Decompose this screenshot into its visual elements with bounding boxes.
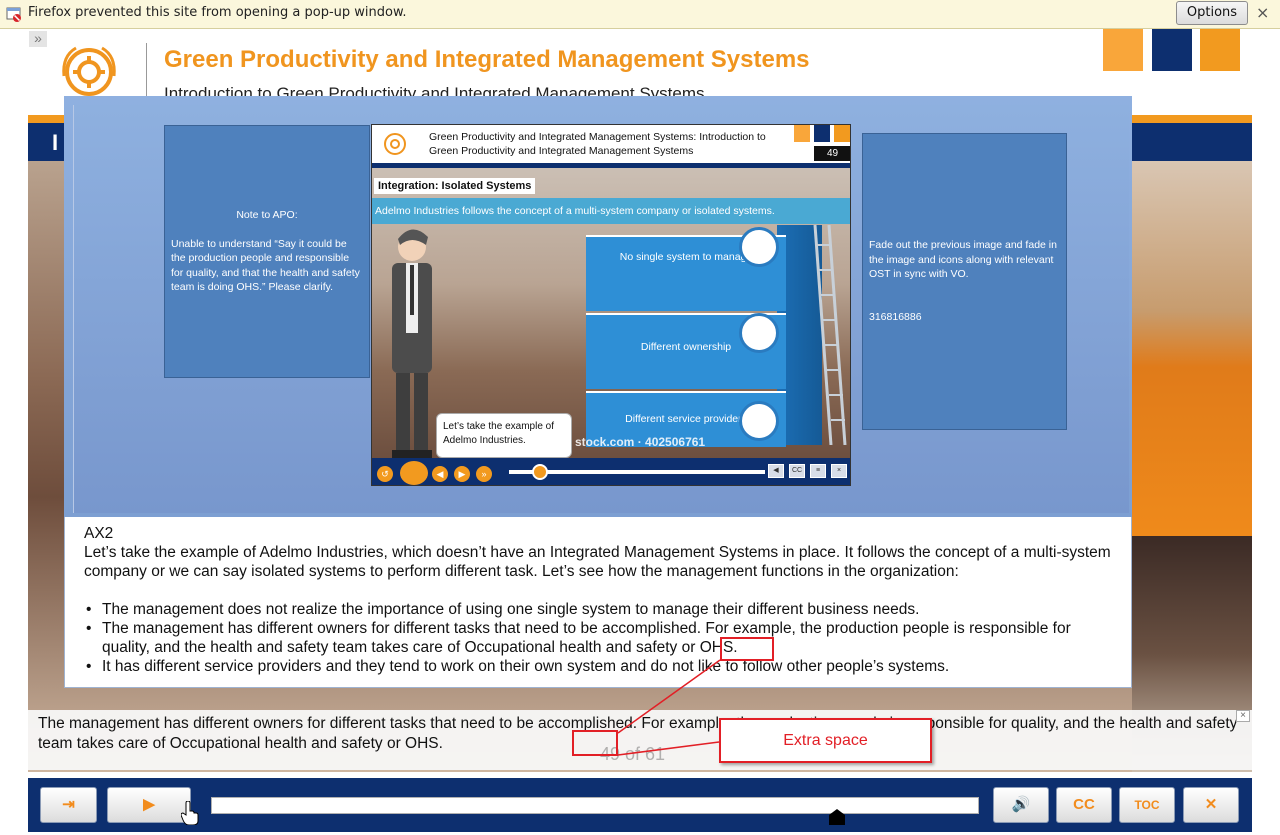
stack-label: No single system to manage bbox=[619, 251, 753, 263]
course-title: Green Productivity and Integrated Manage… bbox=[164, 46, 810, 73]
slide-menu-icon[interactable]: ≡ bbox=[810, 464, 826, 478]
header-divider bbox=[146, 43, 147, 97]
caption-close-icon[interactable]: × bbox=[1236, 710, 1250, 722]
apo-logo-icon bbox=[62, 46, 116, 96]
ladder-icon bbox=[813, 225, 847, 445]
highlight-box-caption bbox=[572, 730, 618, 756]
slide-brand-square bbox=[814, 125, 830, 142]
previous-icon[interactable]: ◀ bbox=[432, 466, 448, 482]
stack-label: Different service providers bbox=[625, 413, 747, 425]
fast-forward-icon[interactable]: » bbox=[476, 466, 492, 482]
brand-square-navy bbox=[1152, 29, 1192, 71]
slide-banner: Adelmo Industries follows the concept of… bbox=[372, 198, 850, 224]
brand-square-orange-2 bbox=[1200, 29, 1240, 71]
options-button[interactable]: Options bbox=[1176, 1, 1248, 25]
slide-close-icon[interactable]: × bbox=[831, 464, 847, 478]
background-photo-right bbox=[1132, 161, 1252, 536]
cc-button[interactable]: CC bbox=[1056, 787, 1112, 823]
play-button[interactable]: ▶ bbox=[107, 787, 191, 823]
note-heading: Note to APO: bbox=[236, 209, 298, 221]
replay-icon[interactable]: ↺ bbox=[377, 466, 393, 482]
review-note-right: Fade out the previous image and fade in … bbox=[862, 133, 1067, 430]
hand-cursor-icon bbox=[181, 801, 199, 825]
volume-button[interactable]: 🔊 bbox=[993, 787, 1049, 823]
playback-progress-bar[interactable] bbox=[211, 797, 979, 814]
slide-play-icon[interactable] bbox=[400, 461, 428, 485]
slide-title-fragment: I bbox=[52, 130, 59, 155]
slide-progress-thumb[interactable] bbox=[531, 464, 548, 480]
progress-thumb-icon[interactable] bbox=[829, 809, 845, 825]
brand-square-orange bbox=[1103, 29, 1143, 71]
narration-bullet: It has different service providers and t… bbox=[84, 657, 1114, 676]
slide-page-number: 49 bbox=[814, 146, 850, 161]
slide-thumbnail: Green Productivity and Integrated Manage… bbox=[371, 124, 851, 486]
speech-bubble: Let’s take the example of Adelmo Industr… bbox=[436, 413, 572, 458]
review-note-left: Note to APO: Unable to understand “Say i… bbox=[164, 125, 370, 378]
voice-over-id: AX2 bbox=[84, 525, 114, 542]
people-icon bbox=[739, 313, 779, 353]
extra-space-annotation: Extra space bbox=[719, 718, 932, 763]
network-icon bbox=[739, 401, 779, 441]
eye-icon bbox=[739, 227, 779, 267]
narration-bullet: The management has different owners for … bbox=[84, 619, 1114, 657]
highlight-box-narration bbox=[720, 637, 774, 661]
closed-caption-text: The management has different owners for … bbox=[38, 715, 1238, 752]
narration-bullets: The management does not realize the impo… bbox=[84, 600, 1114, 676]
slide-brand-square bbox=[834, 125, 850, 142]
popup-blocked-notification-bar: Firefox prevented this site from opening… bbox=[0, 0, 1280, 29]
slide-heading: Integration: Isolated Systems bbox=[374, 178, 536, 194]
note-body: Fade out the previous image and fade in … bbox=[869, 239, 1057, 280]
narration-intro: Let’s take the example of Adelmo Industr… bbox=[84, 544, 1111, 580]
slide-cc-icon[interactable]: CC bbox=[789, 464, 805, 478]
slide-brand-square bbox=[794, 125, 810, 142]
collapse-panel-button[interactable]: » bbox=[29, 31, 47, 47]
narration-script: AX2 Let’s take the example of Adelmo Ind… bbox=[84, 524, 1114, 676]
slide-title: Green Productivity and Integrated Manage… bbox=[429, 131, 766, 157]
narration-bullet: The management does not realize the impo… bbox=[84, 600, 1114, 619]
stack-label: Different ownership bbox=[640, 341, 732, 353]
popup-blocked-icon bbox=[6, 7, 21, 22]
apo-logo-small-icon bbox=[384, 133, 406, 155]
note-id: 316816886 bbox=[869, 310, 922, 323]
next-icon[interactable]: ▶ bbox=[454, 466, 470, 482]
close-course-button[interactable]: ✕ bbox=[1183, 787, 1239, 823]
stock-watermark: stock.com · 402506761 bbox=[575, 435, 706, 449]
close-icon[interactable]: × bbox=[1256, 3, 1269, 22]
slide-volume-icon[interactable]: ◀ bbox=[768, 464, 784, 478]
exit-button[interactable]: ⇥ bbox=[40, 787, 97, 823]
note-body: Unable to understand “Say it could be th… bbox=[171, 237, 360, 294]
notification-text: Firefox prevented this site from opening… bbox=[28, 5, 407, 20]
toc-button[interactable]: TOC bbox=[1119, 787, 1175, 823]
